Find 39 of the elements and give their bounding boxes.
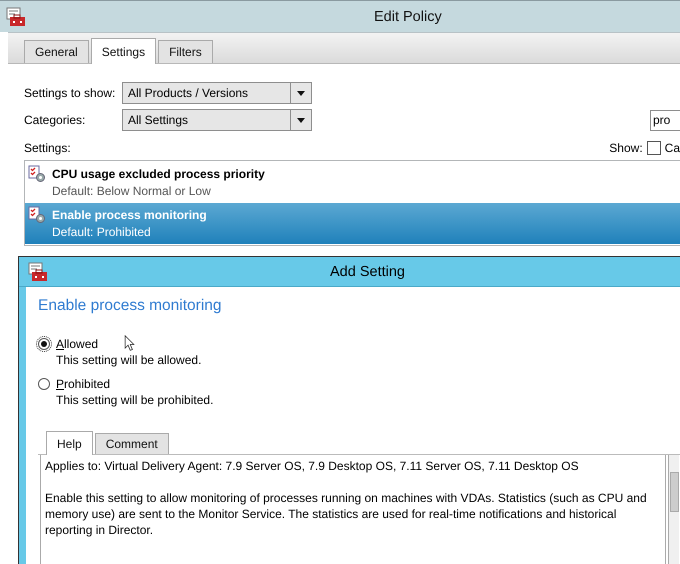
- caret-icon: [297, 118, 305, 122]
- settings-list-item[interactable]: Enable process monitoring Default: Prohibited: [25, 203, 680, 244]
- tab[interactable]: Settings: [90, 38, 156, 64]
- tab[interactable]: Comment: [94, 433, 169, 454]
- show-label: Show:: [609, 141, 643, 155]
- help-paragraph: Applies to: Virtual Delivery Agent: 7.9 Server OS, 7.9 Desktop OS, 7.11 Server OS, 7.11 Desktop OS: [45, 458, 580, 474]
- option-label: Allowed: [56, 336, 98, 350]
- setting-name: Enable process monitoring: [52, 207, 207, 224]
- radio-button[interactable]: [38, 378, 50, 390]
- setting-default: Default: Prohibited: [52, 224, 152, 241]
- dialog-title: Add Setting: [330, 264, 405, 280]
- checkbox[interactable]: [646, 141, 661, 155]
- dropdown[interactable]: All Products / Versions: [122, 82, 312, 104]
- tab[interactable]: General: [24, 40, 89, 63]
- checkbox-label: Ca: [664, 141, 680, 155]
- dropdown[interactable]: All Settings: [122, 109, 312, 131]
- checklist-gear-icon: [28, 206, 46, 224]
- option-label: Prohibited: [56, 376, 110, 390]
- radio-button[interactable]: [38, 338, 50, 350]
- list-label: Settings:: [24, 141, 71, 155]
- tab[interactable]: Help: [46, 431, 93, 455]
- field-label: Settings to show:: [24, 86, 116, 100]
- option-description: This setting will be prohibited.: [56, 392, 214, 408]
- option-description: This setting will be allowed.: [56, 352, 202, 368]
- tab[interactable]: Filters: [158, 40, 213, 63]
- window-title: Edit Policy: [374, 8, 442, 24]
- help-paragraph: Enable this setting to allow monitoring of processes running on machines with VDAs. Statistics (such as CPU and memory use) are sent to the Monitor Service. The statistics are used for real-time notifications and historical reporting in Director.: [45, 490, 648, 538]
- checklist-gear-icon: [28, 165, 46, 183]
- search-field[interactable]: pro: [650, 110, 680, 130]
- setting-name: CPU usage excluded process priority: [52, 166, 265, 183]
- toolbox-icon: [6, 6, 26, 26]
- setting-heading: Enable process monitoring: [38, 297, 223, 315]
- field-label: Categories:: [24, 113, 86, 127]
- caret-icon: [297, 90, 305, 96]
- setting-default: Default: Below Normal or Low: [52, 183, 212, 200]
- settings-list-item[interactable]: CPU usage excluded process priority Default: Below Normal or Low: [25, 162, 680, 203]
- scrollbar[interactable]: [668, 455, 679, 564]
- toolbox-icon: [28, 262, 48, 282]
- pointer-icon: [124, 335, 135, 351]
